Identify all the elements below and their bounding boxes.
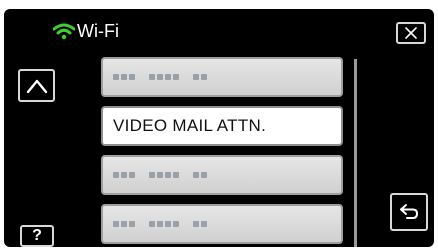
list-item-1[interactable] — [101, 57, 343, 97]
list-item-3[interactable] — [101, 155, 343, 195]
wifi-icon — [53, 23, 75, 40]
header-bar: Wi-Fi — [4, 9, 434, 49]
list-item-4[interactable] — [101, 204, 343, 244]
camera-screen: Wi-Fi VIDEO MAIL ATTN. ? — [4, 9, 434, 247]
masked-address — [113, 74, 207, 80]
masked-address — [113, 172, 207, 178]
scroll-up-button[interactable] — [18, 69, 55, 102]
chevron-up-icon — [26, 79, 47, 93]
close-button[interactable] — [396, 22, 426, 44]
list-item-label: VIDEO MAIL ATTN. — [113, 116, 267, 135]
help-button[interactable]: ? — [20, 225, 54, 247]
masked-address — [113, 221, 207, 227]
back-arrow-icon — [400, 204, 419, 219]
scrollbar[interactable] — [354, 59, 357, 247]
close-icon — [405, 27, 417, 39]
page-title: Wi-Fi — [77, 21, 119, 41]
back-button[interactable] — [390, 193, 428, 231]
list-item-2[interactable]: VIDEO MAIL ATTN. — [101, 106, 343, 146]
help-label: ? — [32, 227, 42, 244]
